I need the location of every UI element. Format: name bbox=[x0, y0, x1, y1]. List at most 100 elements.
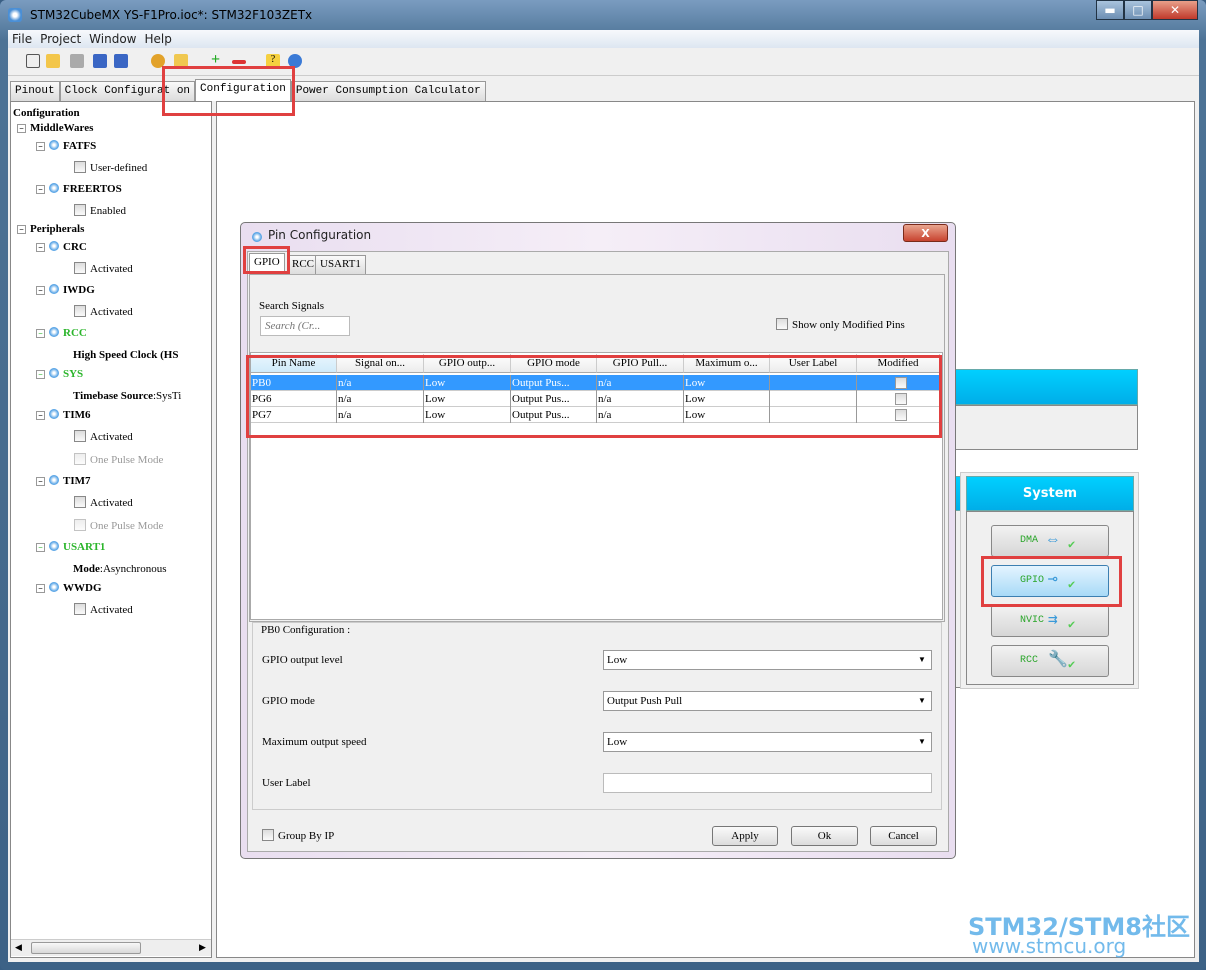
collapse-icon[interactable]: − bbox=[36, 584, 45, 593]
collapse-icon[interactable]: − bbox=[36, 370, 45, 379]
tim7-activated[interactable]: Activated bbox=[74, 496, 133, 509]
tree-root: Configuration bbox=[13, 107, 80, 119]
tree-wwdg[interactable]: − WWDG bbox=[36, 582, 102, 594]
collapse-icon[interactable]: − bbox=[17, 225, 26, 234]
menu-window[interactable]: Window bbox=[89, 30, 136, 48]
tab-power-consumption[interactable]: Power Consumption Calculator bbox=[290, 81, 486, 101]
gpio-mode-select[interactable]: Output Push Pull ▼ bbox=[603, 691, 932, 711]
copy-icon[interactable] bbox=[70, 54, 84, 68]
cube-icon bbox=[49, 368, 59, 378]
tree-usart1[interactable]: − USART1 bbox=[36, 541, 105, 553]
tree-crc[interactable]: − CRC bbox=[36, 241, 87, 253]
dialog-icon bbox=[252, 232, 262, 242]
field-label: GPIO mode bbox=[262, 695, 315, 707]
zoom-out-icon[interactable] bbox=[232, 60, 246, 64]
checkbox[interactable] bbox=[74, 305, 86, 317]
usart1-mode[interactable]: Mode:Asynchronous bbox=[73, 563, 167, 575]
close-button[interactable]: ✕ bbox=[1152, 0, 1198, 20]
show-modified-checkbox[interactable]: Show only Modified Pins bbox=[776, 318, 905, 331]
tim6-one-pulse: One Pulse Mode bbox=[74, 453, 163, 466]
rcc-hse[interactable]: High Speed Clock (HS bbox=[73, 349, 178, 361]
tab-pinout[interactable]: Pinout bbox=[10, 81, 60, 101]
scroll-left-icon[interactable]: ◀ bbox=[15, 942, 22, 953]
cube-icon bbox=[49, 284, 59, 294]
chevron-down-icon[interactable]: ▼ bbox=[913, 651, 931, 669]
checkbox[interactable] bbox=[776, 318, 788, 330]
field-label: GPIO output level bbox=[262, 654, 343, 666]
group-by-ip-checkbox[interactable]: Group By IP bbox=[262, 829, 334, 842]
tree-fatfs[interactable]: − FATFS bbox=[36, 140, 96, 152]
checkbox[interactable] bbox=[74, 204, 86, 216]
cube-icon bbox=[49, 140, 59, 150]
chevron-down-icon[interactable]: ▼ bbox=[913, 733, 931, 751]
ok-button[interactable]: Ok bbox=[791, 826, 858, 846]
wwdg-activated[interactable]: Activated bbox=[74, 603, 133, 616]
tree-tim7[interactable]: − TIM7 bbox=[36, 475, 91, 487]
output-level-select[interactable]: Low ▼ bbox=[603, 650, 932, 670]
collapse-icon[interactable]: − bbox=[36, 329, 45, 338]
cancel-button[interactable]: Cancel bbox=[870, 826, 937, 846]
tim7-one-pulse: One Pulse Mode bbox=[74, 519, 163, 532]
checkbox[interactable] bbox=[74, 262, 86, 274]
menu-project[interactable]: Project bbox=[40, 30, 81, 48]
chevron-down-icon[interactable]: ▼ bbox=[913, 692, 931, 710]
cube-icon bbox=[49, 241, 59, 251]
checkbox[interactable] bbox=[262, 829, 274, 841]
crc-activated[interactable]: Activated bbox=[74, 262, 133, 275]
sys-timebase[interactable]: Timebase Source:SysTi bbox=[73, 390, 181, 402]
open-folder-icon[interactable] bbox=[46, 54, 60, 68]
tree-iwdg[interactable]: − IWDG bbox=[36, 284, 95, 296]
highlight-gpio-tab bbox=[243, 246, 290, 274]
collapse-icon[interactable]: − bbox=[36, 142, 45, 151]
collapse-icon[interactable]: − bbox=[36, 543, 45, 552]
dma-button[interactable]: DMA ⇔ ✔ bbox=[991, 525, 1109, 557]
new-file-icon[interactable] bbox=[26, 54, 40, 68]
cube-icon bbox=[49, 582, 59, 592]
checkbox[interactable] bbox=[74, 603, 86, 615]
max-speed-select[interactable]: Low ▼ bbox=[603, 732, 932, 752]
system-title: System bbox=[966, 476, 1134, 511]
collapse-icon[interactable]: − bbox=[36, 185, 45, 194]
field-label: Maximum output speed bbox=[262, 736, 367, 748]
tree-tim6[interactable]: − TIM6 bbox=[36, 409, 91, 421]
check-icon: ✔ bbox=[1068, 658, 1076, 672]
dialog-tab-usart1[interactable]: USART1 bbox=[315, 255, 366, 274]
rcc-button[interactable]: RCC 🔧 ✔ bbox=[991, 645, 1109, 677]
user-label-input[interactable] bbox=[603, 773, 932, 793]
save-as-icon[interactable] bbox=[114, 54, 128, 68]
checkbox[interactable] bbox=[74, 161, 86, 173]
tree-rcc[interactable]: − RCC bbox=[36, 327, 87, 339]
collapse-icon[interactable]: − bbox=[36, 286, 45, 295]
checkbox[interactable] bbox=[74, 430, 86, 442]
fatfs-user-defined[interactable]: User-defined bbox=[74, 161, 147, 174]
minimize-button[interactable]: ▬ bbox=[1096, 0, 1124, 20]
menu-file[interactable]: File bbox=[12, 30, 32, 48]
scroll-right-icon[interactable]: ▶ bbox=[199, 942, 206, 953]
tree-freertos[interactable]: − FREERTOS bbox=[36, 183, 122, 195]
collapse-icon[interactable]: − bbox=[17, 124, 26, 133]
tree-sys[interactable]: − SYS bbox=[36, 368, 83, 380]
horizontal-scrollbar[interactable]: ◀ ▶ bbox=[11, 939, 211, 956]
interrupt-icon: ⇉ bbox=[1048, 611, 1058, 629]
save-icon[interactable] bbox=[93, 54, 107, 68]
tim6-activated[interactable]: Activated bbox=[74, 430, 133, 443]
tree-middlewares[interactable]: − MiddleWares bbox=[17, 122, 93, 134]
tree-peripherals[interactable]: − Peripherals bbox=[17, 223, 84, 235]
scroll-thumb[interactable] bbox=[31, 942, 141, 954]
apply-button[interactable]: Apply bbox=[712, 826, 778, 846]
config-title: PB0 Configuration : bbox=[259, 624, 353, 636]
maximize-button[interactable]: □ bbox=[1124, 0, 1152, 20]
menu-help[interactable]: Help bbox=[144, 30, 171, 48]
collapse-icon[interactable]: − bbox=[36, 243, 45, 252]
collapse-icon[interactable]: − bbox=[36, 477, 45, 486]
category-panel bbox=[945, 405, 1138, 450]
menu-bar: File Project Window Help bbox=[8, 30, 1199, 48]
search-input[interactable] bbox=[260, 316, 350, 336]
collapse-icon[interactable]: − bbox=[36, 411, 45, 420]
nvic-button[interactable]: NVIC ⇉ ✔ bbox=[991, 605, 1109, 637]
dialog-close-button[interactable]: X bbox=[903, 224, 948, 242]
freertos-enabled[interactable]: Enabled bbox=[74, 204, 126, 217]
check-icon: ✔ bbox=[1068, 618, 1076, 632]
checkbox[interactable] bbox=[74, 496, 86, 508]
iwdg-activated[interactable]: Activated bbox=[74, 305, 133, 318]
